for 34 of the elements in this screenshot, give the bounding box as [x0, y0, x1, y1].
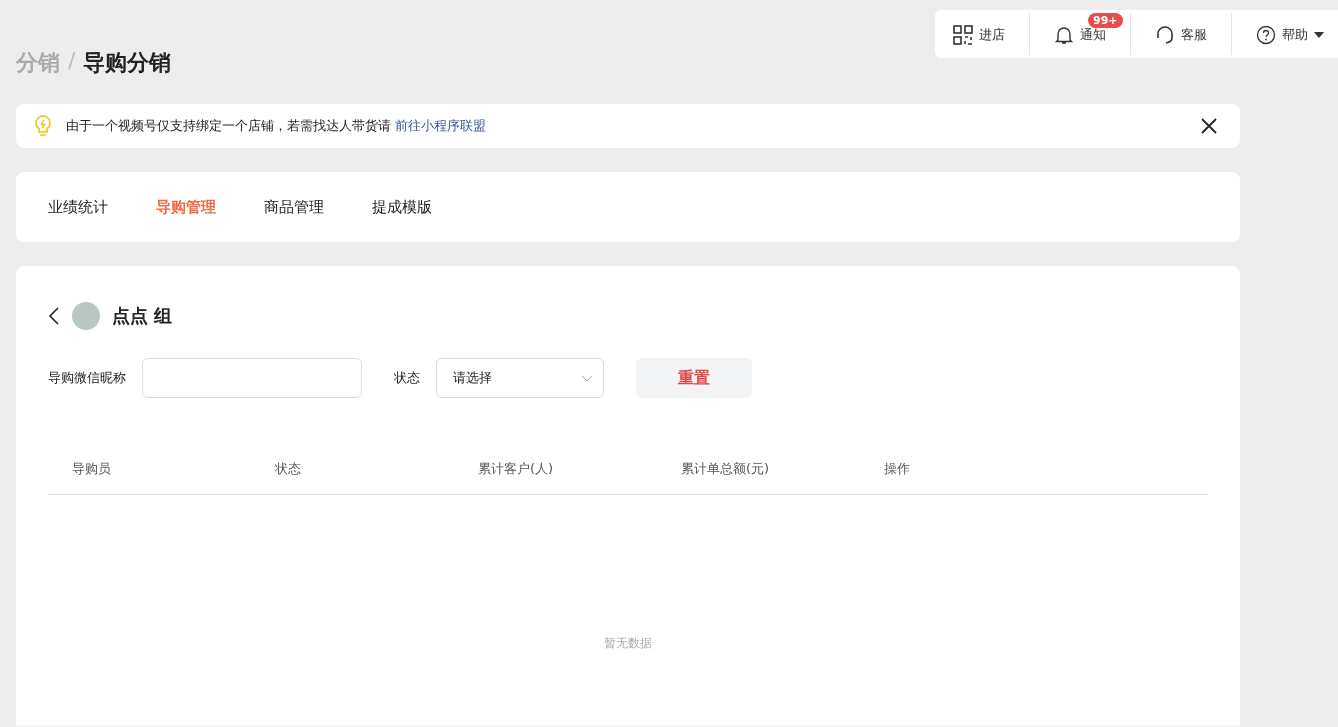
toolbar-item[interactable]: 进店 — [943, 13, 1029, 55]
empty-state-text: 暂无数据 — [603, 635, 653, 652]
toolbar-item[interactable]: 通知 99+ — [1029, 13, 1130, 55]
notification-badge: 99+ — [1088, 13, 1123, 28]
page-title: 导购分销 — [83, 49, 172, 77]
column-header: 导购员 — [72, 460, 112, 478]
column-header: 操作 — [884, 460, 911, 478]
group-name: 点点 组 — [112, 304, 173, 328]
status-select[interactable]: 请选择 — [436, 358, 604, 398]
tab[interactable]: 商品管理 — [264, 197, 324, 217]
headset-icon — [1155, 25, 1175, 45]
column-header: 状态 — [275, 460, 302, 478]
lightbulb-icon — [34, 115, 52, 137]
help-icon — [1256, 25, 1276, 45]
status-label: 状态 — [394, 369, 420, 387]
qr-code-icon — [953, 25, 973, 45]
avatar-placeholder — [72, 302, 100, 330]
toolbar-item[interactable]: 帮助 — [1231, 13, 1324, 55]
nickname-label: 导购微信昵称 — [48, 369, 126, 387]
column-header: 累计单总额(元) — [681, 460, 771, 478]
nickname-input[interactable] — [142, 358, 362, 398]
notice-text: 由于一个视频号仅支持绑定一个店铺，若需找达人带货请 前往小程序联盟 — [66, 117, 488, 135]
breadcrumb-separator: / — [68, 48, 76, 75]
close-icon[interactable] — [1200, 117, 1218, 135]
back-icon[interactable] — [48, 307, 60, 325]
bell-icon — [1054, 25, 1074, 45]
caret-icon — [1314, 32, 1324, 38]
reset-button[interactable]: 重置 — [636, 358, 752, 398]
tab[interactable]: 提成模版 — [372, 197, 432, 217]
alliance-link[interactable]: 前往小程序联盟 — [395, 118, 487, 133]
toolbar-item[interactable]: 客服 — [1130, 13, 1231, 55]
column-header: 累计客户(人) — [478, 460, 555, 478]
tab[interactable]: 业绩统计 — [48, 197, 108, 217]
chevron-down-icon — [581, 374, 593, 382]
